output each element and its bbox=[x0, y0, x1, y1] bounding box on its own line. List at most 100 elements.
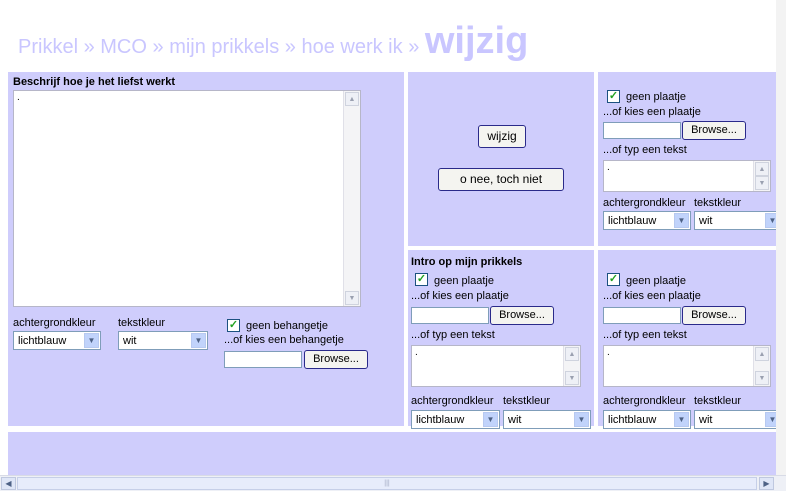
card-text-textarea[interactable]: . ▲ ▼ bbox=[411, 345, 581, 387]
arrow-up-icon[interactable]: ▲ bbox=[755, 162, 769, 176]
choose-image-label: ...of kies een plaatje bbox=[411, 290, 509, 302]
scrollbar-thumb[interactable]: ||| bbox=[17, 477, 757, 490]
chevron-down-icon[interactable]: ▼ bbox=[574, 412, 589, 427]
choose-image-label: ...of kies een plaatje bbox=[603, 106, 701, 118]
textcolor-label: tekstkleur bbox=[118, 317, 166, 329]
action-panel: wijzig o nee, toch niet bbox=[408, 72, 594, 246]
textcolor-label: tekstkleur bbox=[503, 395, 551, 407]
breadcrumb-item-mco[interactable]: MCO bbox=[100, 36, 147, 58]
wallpaper-browse-button[interactable]: Browse... bbox=[304, 350, 368, 369]
chevron-down-icon[interactable]: ▼ bbox=[483, 412, 498, 427]
textarea-value: . bbox=[415, 347, 418, 358]
no-wallpaper-checkbox[interactable]: ✓ bbox=[227, 319, 240, 332]
card-intro: Intro op mijn prikkels ✓ geen plaatje ..… bbox=[408, 250, 594, 429]
card-text-textarea[interactable]: . ▲ ▼ bbox=[603, 160, 771, 192]
bgcolor-select[interactable]: lichtblauw ▼ bbox=[13, 331, 101, 350]
textcolor-label: tekstkleur bbox=[694, 197, 742, 209]
change-button[interactable]: wijzig bbox=[478, 125, 526, 148]
breadcrumb-item-mijn-prikkels[interactable]: mijn prikkels bbox=[169, 36, 279, 58]
card-text-textarea[interactable]: . ▲ ▼ bbox=[603, 345, 771, 387]
footer-panel bbox=[8, 432, 786, 476]
textcolor-select[interactable]: wit ▼ bbox=[694, 211, 782, 230]
checkmark-icon: ✓ bbox=[608, 273, 619, 285]
arrow-down-icon[interactable]: ▼ bbox=[755, 371, 769, 385]
checkmark-icon: ✓ bbox=[228, 319, 239, 331]
bgcolor-value: lichtblauw bbox=[416, 414, 465, 426]
main-panel-title: Beschrijf hoe je het liefst werkt bbox=[13, 76, 175, 88]
arrow-down-icon[interactable]: ▼ bbox=[345, 291, 359, 305]
no-image-checkbox[interactable]: ✓ bbox=[415, 273, 428, 286]
breadcrumb-separator: » bbox=[152, 36, 164, 58]
textarea-scrollbar[interactable]: ▲ ▼ bbox=[563, 346, 580, 386]
textarea-scrollbar[interactable]: ▲ ▼ bbox=[343, 91, 360, 306]
textarea-scrollbar[interactable]: ▲ ▼ bbox=[753, 161, 770, 191]
page-title: wijzig bbox=[424, 20, 529, 62]
no-image-checkbox[interactable]: ✓ bbox=[607, 273, 620, 286]
textcolor-value: wit bbox=[123, 335, 137, 347]
card-intro-title: Intro op mijn prikkels bbox=[411, 256, 523, 268]
arrow-right-icon[interactable]: ▶ bbox=[759, 477, 774, 490]
choose-image-label: ...of kies een plaatje bbox=[603, 290, 701, 302]
arrow-up-icon[interactable]: ▲ bbox=[755, 347, 769, 361]
bgcolor-value: lichtblauw bbox=[18, 335, 67, 347]
cancel-button[interactable]: o nee, toch niet bbox=[438, 168, 564, 191]
image-browse-button[interactable]: Browse... bbox=[682, 306, 746, 325]
textcolor-select[interactable]: wit ▼ bbox=[503, 410, 591, 429]
breadcrumb-separator: » bbox=[83, 36, 95, 58]
no-image-label: geen plaatje bbox=[434, 275, 494, 287]
textarea-value: . bbox=[607, 347, 610, 358]
bgcolor-label: achtergrondkleur bbox=[411, 395, 494, 407]
arrow-down-icon[interactable]: ▼ bbox=[565, 371, 579, 385]
choose-wallpaper-label: ...of kies een behangetje bbox=[224, 334, 344, 346]
bgcolor-label: achtergrondkleur bbox=[603, 395, 686, 407]
bgcolor-value: lichtblauw bbox=[608, 215, 657, 227]
textarea-value: . bbox=[17, 92, 20, 103]
checkmark-icon: ✓ bbox=[416, 273, 427, 285]
wallpaper-file-input[interactable] bbox=[224, 351, 302, 368]
chevron-down-icon[interactable]: ▼ bbox=[191, 333, 206, 348]
breadcrumb: Prikkel » MCO » mijn prikkels » hoe werk… bbox=[18, 20, 528, 63]
breadcrumb-item-prikkel[interactable]: Prikkel bbox=[18, 36, 78, 58]
textcolor-value: wit bbox=[508, 414, 522, 426]
textcolor-select[interactable]: wit ▼ bbox=[118, 331, 208, 350]
no-image-checkbox[interactable]: ✓ bbox=[607, 90, 620, 103]
bgcolor-label: achtergrondkleur bbox=[603, 197, 686, 209]
type-text-label: ...of typ een tekst bbox=[603, 329, 687, 341]
textcolor-label: tekstkleur bbox=[694, 395, 742, 407]
card-bottom-right: ✓ geen plaatje ...of kies een plaatje Br… bbox=[598, 250, 786, 429]
arrow-down-icon[interactable]: ▼ bbox=[755, 176, 769, 190]
type-text-label: ...of typ een tekst bbox=[603, 144, 687, 156]
textarea-scrollbar[interactable]: ▲ ▼ bbox=[753, 346, 770, 386]
breadcrumb-item-hoe-werk-ik[interactable]: hoe werk ik bbox=[301, 36, 402, 58]
vertical-scrollbar[interactable] bbox=[776, 0, 786, 476]
no-image-label: geen plaatje bbox=[626, 275, 686, 287]
bgcolor-select[interactable]: lichtblauw ▼ bbox=[411, 410, 500, 429]
textcolor-value: wit bbox=[699, 215, 713, 227]
card-top-right: ✓ geen plaatje ...of kies een plaatje Br… bbox=[598, 72, 786, 246]
arrow-up-icon[interactable]: ▲ bbox=[345, 92, 359, 106]
no-image-label: geen plaatje bbox=[626, 91, 686, 103]
image-file-input[interactable] bbox=[603, 307, 681, 324]
no-wallpaper-label: geen behangetje bbox=[246, 320, 328, 332]
type-text-label: ...of typ een tekst bbox=[411, 329, 495, 341]
image-browse-button[interactable]: Browse... bbox=[682, 121, 746, 140]
work-description-textarea[interactable]: . ▲ ▼ bbox=[13, 90, 361, 307]
arrow-left-icon[interactable]: ◀ bbox=[1, 477, 16, 490]
image-file-input[interactable] bbox=[411, 307, 489, 324]
bgcolor-select[interactable]: lichtblauw ▼ bbox=[603, 211, 691, 230]
chevron-down-icon[interactable]: ▼ bbox=[84, 333, 99, 348]
breadcrumb-separator: » bbox=[408, 36, 420, 58]
chevron-down-icon[interactable]: ▼ bbox=[674, 412, 689, 427]
chevron-down-icon[interactable]: ▼ bbox=[674, 213, 689, 228]
checkmark-icon: ✓ bbox=[608, 90, 619, 102]
image-browse-button[interactable]: Browse... bbox=[490, 306, 554, 325]
arrow-up-icon[interactable]: ▲ bbox=[565, 347, 579, 361]
bgcolor-select[interactable]: lichtblauw ▼ bbox=[603, 410, 691, 429]
image-file-input[interactable] bbox=[603, 122, 681, 139]
bgcolor-value: lichtblauw bbox=[608, 414, 657, 426]
textcolor-select[interactable]: wit ▼ bbox=[694, 410, 782, 429]
main-panel: Beschrijf hoe je het liefst werkt . ▲ ▼ … bbox=[8, 72, 404, 426]
textcolor-value: wit bbox=[699, 414, 713, 426]
bgcolor-label: achtergrondkleur bbox=[13, 317, 96, 329]
horizontal-scrollbar[interactable]: ◀ ||| ▶ bbox=[0, 475, 786, 491]
